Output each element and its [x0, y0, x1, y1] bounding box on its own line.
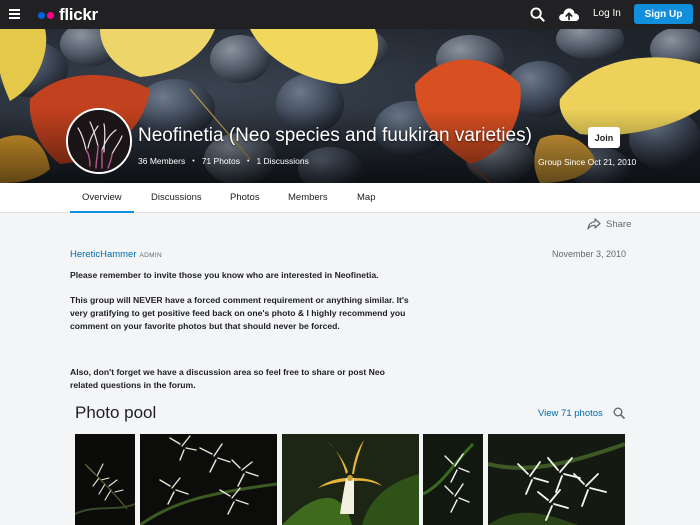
pool-search-icon[interactable]	[613, 407, 625, 419]
top-nav-bar: flickr Log In Sign Up	[0, 0, 700, 29]
tab-overview[interactable]: Overview	[70, 192, 134, 213]
tab-discussions[interactable]: Discussions	[151, 192, 202, 203]
post-author: HereticHammer ADMIN	[70, 249, 162, 260]
members-count[interactable]: 36 Members	[138, 156, 185, 166]
share-label: Share	[606, 218, 632, 230]
pool-photo-thumbnail[interactable]	[282, 434, 419, 525]
pool-photo-thumbnail[interactable]	[75, 434, 135, 525]
tab-map[interactable]: Map	[357, 192, 375, 203]
photos-count[interactable]: 71 Photos	[202, 156, 240, 166]
group-tabs: Overview Discussions Photos Members Map	[0, 183, 700, 213]
logo-pink-dot	[47, 11, 54, 19]
pool-photo-thumbnail[interactable]	[423, 434, 483, 525]
logo-blue-dot	[38, 11, 45, 19]
discussions-count[interactable]: 1 Discussions	[256, 156, 308, 166]
group-avatar[interactable]	[66, 108, 132, 174]
admin-badge: ADMIN	[139, 252, 162, 259]
pool-photo-thumbnail[interactable]	[488, 434, 625, 525]
post-paragraph: This group will NEVER have a forced comm…	[70, 295, 409, 331]
photo-pool-title: Photo pool	[75, 403, 157, 422]
tab-members[interactable]: Members	[288, 192, 328, 203]
login-link[interactable]: Log In	[593, 8, 621, 19]
post-paragraph: Also, don't forget we have a discussion …	[70, 367, 385, 390]
menu-icon[interactable]	[9, 9, 20, 20]
post-paragraph: Please remember to invite those you know…	[70, 270, 379, 280]
pool-photo-thumbnail[interactable]	[140, 434, 277, 525]
search-icon[interactable]	[530, 7, 545, 22]
join-button[interactable]: Join	[588, 127, 620, 148]
author-name-link[interactable]: HereticHammer	[70, 249, 137, 260]
group-stats: 36 Members • 71 Photos • 1 Discussions	[138, 156, 309, 166]
signup-button[interactable]: Sign Up	[634, 4, 693, 24]
view-photos-link[interactable]: View 71 photos	[538, 408, 603, 419]
group-since-date: Group Since Oct 21, 2010	[538, 157, 637, 167]
stats-separator: •	[246, 157, 250, 165]
post-date: November 3, 2010	[552, 249, 627, 259]
flickr-logo[interactable]: flickr	[38, 4, 98, 26]
stats-separator: •	[192, 157, 195, 165]
upload-cloud-icon[interactable]	[558, 5, 580, 23]
share-arrow-icon	[587, 218, 601, 230]
logo-text: flickr	[59, 5, 98, 24]
group-title: Neofinetia (Neo species and fuukiran var…	[138, 125, 532, 146]
tab-photos[interactable]: Photos	[230, 192, 260, 203]
share-button[interactable]: Share	[587, 218, 631, 230]
